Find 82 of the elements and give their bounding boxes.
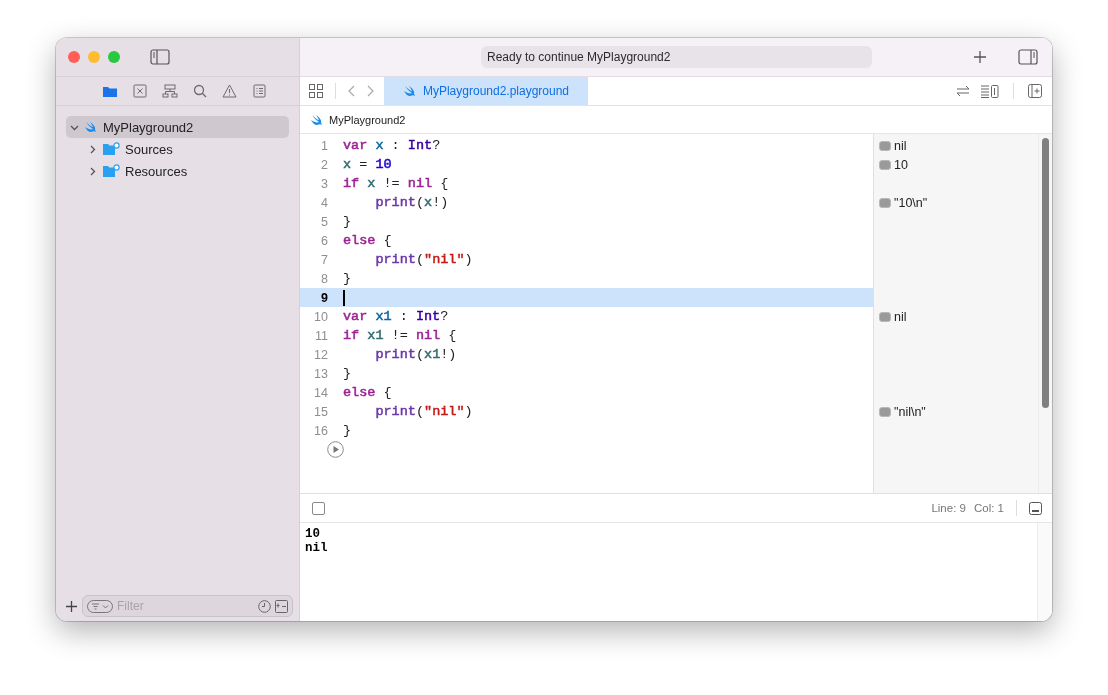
add-icon[interactable] — [66, 600, 77, 612]
console-output: nil — [305, 541, 329, 555]
run-icon[interactable] — [327, 441, 344, 458]
line-number: 4 — [320, 195, 329, 210]
code-text: } — [343, 214, 352, 229]
quick-look-icon[interactable] — [879, 140, 891, 151]
breadcrumb-item[interactable]: MyPlayground2 — [329, 113, 406, 126]
code-text: print("nil") — [374, 252, 473, 267]
sidebar-toggle-icon[interactable] — [150, 49, 170, 65]
code-text: if x != nil { — [343, 176, 449, 191]
quick-look-icon[interactable] — [879, 197, 891, 208]
editor-tab[interactable]: MyPlayground2.playground — [384, 77, 588, 105]
hierarchy-icon[interactable] — [161, 83, 178, 99]
scrollbar-thumb[interactable] — [1042, 138, 1049, 408]
line-number: 9 — [320, 290, 329, 305]
line-number: 8 — [320, 271, 329, 286]
code-text: print("nil") — [374, 404, 473, 419]
swift-bird-icon — [310, 113, 324, 126]
console-toggle-icon[interactable] — [1029, 501, 1042, 515]
activity-status: Ready to continue MyPlayground2 — [481, 46, 872, 68]
forward-icon[interactable] — [367, 85, 374, 97]
line-number: 1 — [320, 138, 329, 153]
tree-item[interactable]: Sources — [66, 138, 289, 160]
code-text: print(x1!) — [374, 347, 457, 362]
quick-look-icon[interactable] — [879, 406, 891, 417]
clock-icon[interactable] — [258, 599, 271, 613]
quick-look-icon[interactable] — [879, 311, 891, 322]
tree-item[interactable]: Resources — [66, 160, 289, 182]
code-text: } — [343, 423, 352, 438]
result-value: "10\n" — [894, 195, 928, 210]
code-text: x = 10 — [343, 157, 392, 172]
inspector-toggle-icon[interactable] — [1018, 49, 1038, 65]
filter-menu-icon[interactable] — [87, 599, 113, 613]
swift-bird-icon — [84, 121, 98, 133]
add-editor-icon[interactable] — [1028, 84, 1042, 98]
line-number: 6 — [320, 233, 329, 248]
text-cursor — [343, 289, 345, 306]
result-value: nil — [894, 138, 907, 153]
swap-arrows-icon[interactable] — [956, 85, 970, 97]
line-number: 14 — [313, 385, 329, 400]
code-text: var x : Int? — [343, 138, 441, 153]
code-text: } — [343, 271, 352, 286]
lines-panel-icon[interactable] — [980, 84, 999, 98]
code-text: if x1 != nil { — [343, 328, 457, 343]
code-text: var x1 : Int? — [343, 309, 449, 324]
x-square-icon[interactable] — [131, 83, 148, 99]
result-value: 10 — [894, 157, 908, 172]
code-text: print(x!) — [374, 195, 449, 210]
code-text: else { — [343, 233, 392, 248]
code-text: else { — [343, 385, 392, 400]
line-number: 3 — [320, 176, 329, 191]
line-number: 15 — [313, 404, 329, 419]
result-value: "nil\n" — [894, 404, 926, 419]
warning-icon[interactable] — [221, 83, 238, 99]
close-button[interactable] — [68, 51, 80, 63]
plus-minus-icon[interactable] — [275, 599, 288, 613]
grid-icon[interactable] — [309, 84, 323, 98]
code-text: } — [343, 366, 352, 381]
list-icon[interactable] — [251, 83, 268, 99]
checkbox[interactable] — [312, 501, 325, 515]
swift-bird-icon — [402, 85, 417, 97]
folder-icon — [102, 142, 120, 156]
line-number: 11 — [314, 328, 329, 343]
line-number: 2 — [320, 157, 329, 172]
back-icon[interactable] — [348, 85, 355, 97]
line-number: 10 — [313, 309, 329, 324]
search-icon[interactable] — [191, 83, 208, 99]
quick-look-icon[interactable] — [879, 159, 891, 170]
line-number: 13 — [313, 366, 329, 381]
disclosure-icon[interactable] — [88, 144, 97, 154]
line-number: 16 — [313, 423, 329, 438]
line-number: 5 — [320, 214, 329, 229]
add-icon[interactable] — [974, 51, 986, 63]
folder-icon — [102, 164, 120, 178]
column-indicator: Col: 1 — [973, 502, 1004, 514]
line-number: 12 — [313, 347, 329, 362]
disclosure-icon[interactable] — [88, 166, 97, 176]
result-value: nil — [894, 309, 907, 324]
line-number: 7 — [320, 252, 329, 267]
line-indicator: Line: 9 — [931, 502, 966, 514]
tree-item[interactable]: MyPlayground2 — [66, 116, 289, 138]
console-output: 10 — [305, 527, 321, 541]
